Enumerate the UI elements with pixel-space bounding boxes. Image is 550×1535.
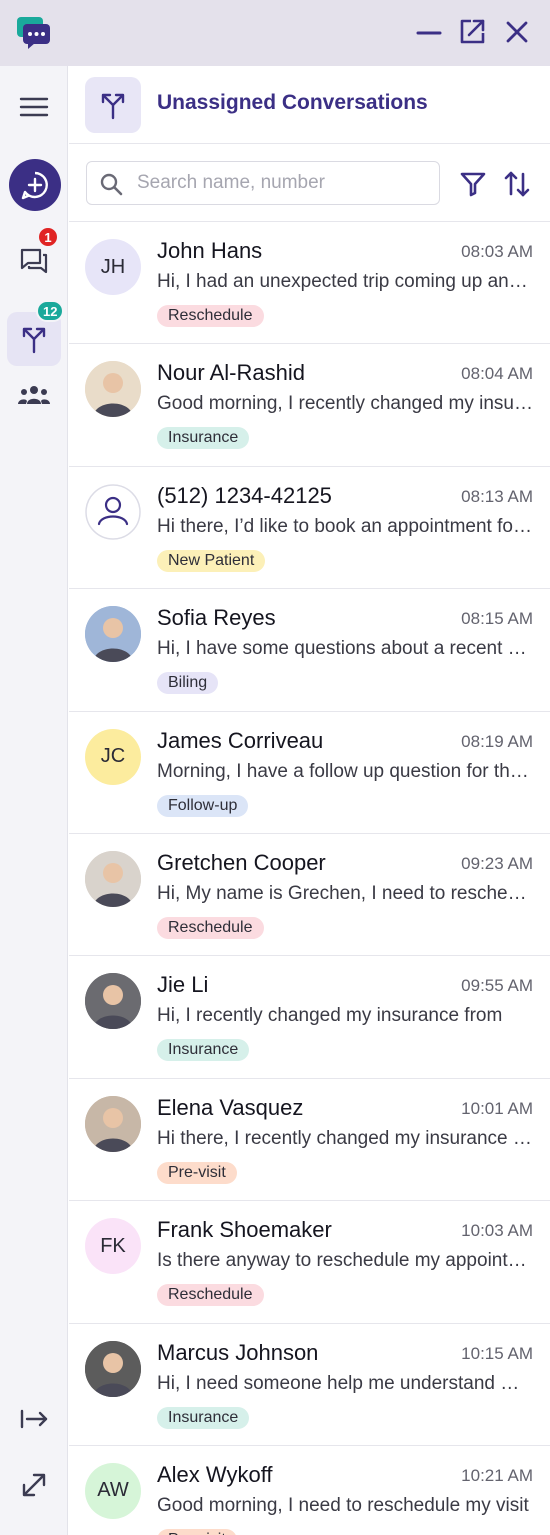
conversation-item[interactable]: Nour Al-Rashid 08:04 AM Good morning, I re…	[69, 344, 550, 467]
message-preview: Is there anyway to reschedule my appoint…	[157, 1250, 535, 1272]
search-icon	[100, 173, 123, 196]
contact-name: Alex Wykoff	[157, 1461, 273, 1487]
contact-name: Nour Al-Rashid	[157, 360, 305, 386]
avatar	[85, 1095, 141, 1152]
conversation-tag: Follow-up	[157, 794, 249, 817]
chat-app-logo-icon	[17, 17, 50, 49]
conversation-item[interactable]: Marcus Johnson 10:15 AM Hi, I need someone…	[69, 1323, 550, 1446]
minimize-icon[interactable]	[415, 18, 443, 46]
conversation-tag: Insurance	[157, 427, 250, 450]
conversation-item[interactable]: Jie Li 09:55 AM Hi, I recently changed my …	[69, 956, 550, 1079]
conversation-tag: Insurance	[157, 1406, 250, 1429]
message-time: 08:15 AM	[461, 609, 533, 629]
avatar	[85, 483, 141, 540]
message-preview: Hi, My name is Grechen, I need to resche…	[157, 882, 535, 904]
conversation-tag: Pre-visit	[157, 1161, 237, 1184]
contact-name: James Corriveau	[157, 727, 324, 753]
new-chat-icon	[21, 171, 48, 200]
message-time: 08:03 AM	[461, 242, 533, 261]
message-preview: Hi, I need someone help me understand my…	[157, 1372, 535, 1394]
message-time: 10:21 AM	[461, 1465, 533, 1485]
team-icon	[18, 386, 50, 404]
message-time: 10:03 AM	[461, 1221, 533, 1241]
sidebar: 1 12	[0, 66, 68, 1535]
message-preview: Good morning, I need to reschedule my vi…	[157, 1494, 529, 1516]
message-preview: Hi, I have some questions about a recent…	[157, 638, 535, 660]
search-box	[86, 161, 440, 205]
message-preview: Hi there, I’d like to book an appointmen…	[157, 515, 535, 537]
filter-icon[interactable]	[459, 170, 487, 198]
conversation-item[interactable]: JC James Corriveau 08:19 AM Morning, I have…	[69, 711, 550, 834]
conversation-tag: Reschedule	[157, 305, 264, 327]
message-time: 09:23 AM	[461, 853, 533, 873]
contact-name: Elena Vasquez	[157, 1094, 304, 1120]
message-preview: Hi there, I recently changed my insuranc…	[157, 1127, 535, 1149]
conversation-item[interactable]: Elena Vasquez 10:01 AM Hi there, I recentl…	[69, 1078, 550, 1202]
sidebar-item-unassigned[interactable]: 12	[7, 300, 65, 366]
conversation-tag: Reschedule	[157, 916, 264, 939]
message-time: 08:04 AM	[461, 364, 533, 384]
conversation-tag: Pre-visit	[157, 1528, 237, 1535]
contact-name: Jie Li	[157, 972, 209, 998]
contact-name: John Hans	[157, 238, 263, 263]
title-bar	[0, 0, 550, 66]
popout-icon[interactable]	[458, 18, 486, 46]
contact-name: Marcus Johnson	[157, 1339, 319, 1365]
conversation-tag: Biling	[157, 672, 219, 695]
avatar	[85, 606, 141, 663]
message-preview: Hi, I recently changed my insurance from	[157, 1005, 503, 1027]
conversation-tag: Insurance	[157, 1039, 250, 1062]
sort-icon[interactable]	[503, 169, 531, 199]
conversation-item[interactable]: Gretchen Cooper 09:23 AM Hi, My name is Gr…	[69, 833, 550, 957]
expand-window-button[interactable]	[7, 1458, 61, 1512]
avatar	[85, 361, 141, 418]
hamburger-icon	[19, 97, 49, 117]
merge-arrows-icon	[22, 327, 46, 354]
conversation-list: JH John Hans 08:03 AM Hi, I had an unexpect…	[69, 222, 550, 1535]
message-preview: Good morning, I recently changed my insu…	[157, 393, 535, 415]
message-time: 08:19 AM	[461, 731, 533, 751]
merge-arrows-icon	[101, 93, 125, 120]
new-conversation-button[interactable]	[9, 159, 61, 211]
header-icon-box	[85, 77, 141, 133]
sidebar-item-team[interactable]	[7, 368, 61, 422]
message-time: 10:01 AM	[461, 1098, 533, 1118]
message-time: 09:55 AM	[461, 976, 533, 996]
contact-name: Sofia Reyes	[157, 605, 276, 631]
avatar: JH	[85, 239, 141, 295]
close-icon[interactable]	[503, 18, 531, 46]
messages-icon	[20, 248, 48, 274]
search-input[interactable]	[137, 162, 432, 204]
unassigned-badge: 12	[36, 300, 65, 322]
expand-arrows-icon	[22, 1473, 46, 1497]
conversation-item[interactable]: FK Frank Shoemaker 10:03 AM Is there anyway…	[69, 1201, 550, 1324]
messages-badge: 1	[37, 226, 59, 248]
avatar	[85, 850, 141, 907]
message-preview: Hi, I had an unexpected trip coming up a…	[157, 271, 535, 292]
conversation-item[interactable]: AW Alex Wykoff 10:21 AM Good morning, I nee…	[69, 1445, 550, 1535]
conversation-tag: New Patient	[157, 549, 266, 572]
avatar: JC	[85, 728, 141, 785]
sidebar-item-messages[interactable]: 1	[7, 226, 61, 288]
page-header: Unassigned Conversations	[69, 66, 550, 144]
search-toolbar	[69, 144, 550, 222]
contact-name: Gretchen Cooper	[157, 849, 326, 875]
message-time: 08:13 AM	[461, 486, 533, 506]
page-title: Unassigned Conversations	[157, 91, 428, 114]
hamburger-menu-button[interactable]	[7, 80, 61, 134]
avatar: FK	[85, 1218, 141, 1275]
conversation-item[interactable]: Sofia Reyes 08:15 AM Hi, I have some quest…	[69, 589, 550, 712]
avatar	[85, 1340, 141, 1397]
contact-name: (512) 1234-42125	[157, 482, 332, 508]
conversation-tag: Reschedule	[157, 1284, 264, 1307]
conversation-item[interactable]: JH John Hans 08:03 AM Hi, I had an unexpect…	[69, 222, 550, 345]
avatar	[85, 973, 141, 1030]
conversation-item[interactable]: (512) 1234-42125 08:13 AM Hi there, I’d li…	[69, 466, 550, 590]
message-time: 10:15 AM	[461, 1343, 533, 1363]
message-preview: Morning, I have a follow up question for…	[157, 760, 535, 782]
arrow-to-right-icon	[20, 1409, 48, 1429]
contact-name: Frank Shoemaker	[157, 1217, 332, 1243]
avatar: AW	[85, 1462, 141, 1519]
collapse-sidebar-button[interactable]	[7, 1392, 61, 1446]
